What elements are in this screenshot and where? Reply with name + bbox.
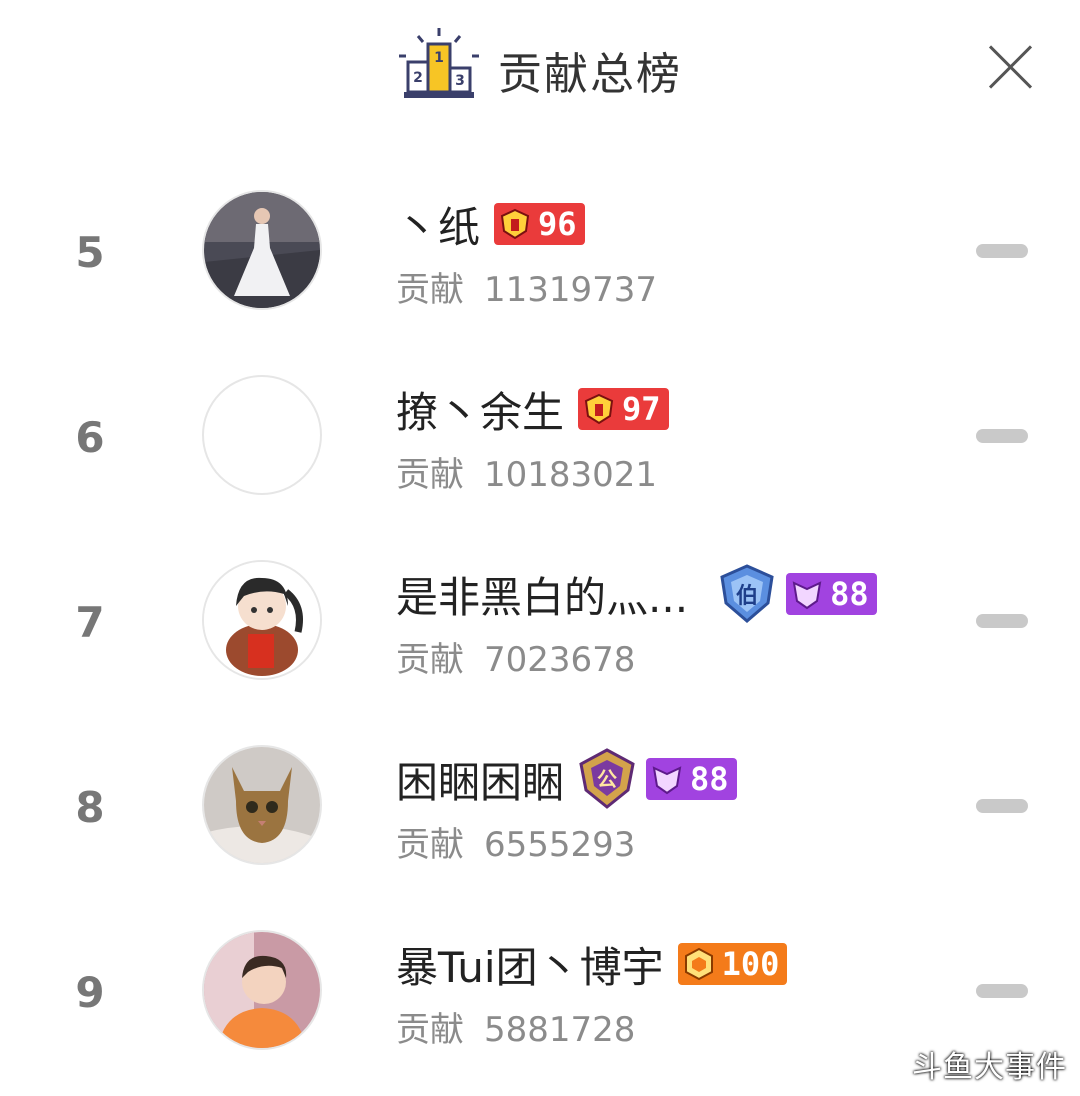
svg-text:伯: 伯 xyxy=(736,583,758,609)
crest-icon xyxy=(652,766,682,795)
page-title: 贡献总榜 xyxy=(498,49,682,100)
user-name[interactable]: 暴Tui团丶博宇 xyxy=(396,934,664,995)
podium-icon: 2 1 3 xyxy=(399,28,479,98)
noble-shield-icon: 公 xyxy=(579,748,635,809)
svg-text:3: 3 xyxy=(455,73,465,89)
level-badge: 96 xyxy=(494,203,585,245)
user-name[interactable]: 撩丶余生 xyxy=(396,379,564,440)
rank-number: 6 xyxy=(75,413,105,462)
svg-text:公: 公 xyxy=(597,767,617,791)
level-badge: 88 xyxy=(786,573,877,615)
helmet-icon xyxy=(500,208,530,240)
contribution-value: 贡献 11319737 xyxy=(396,270,658,310)
crest-icon xyxy=(792,581,822,610)
noble-shield-icon: 伯 xyxy=(720,564,774,623)
name-line: 暴Tui团丶博宇 100 xyxy=(396,934,788,995)
avatar[interactable] xyxy=(202,560,322,680)
rank-number: 7 xyxy=(75,598,105,647)
ranking-row[interactable]: 5 丶纸 96 贡献 11319737 xyxy=(0,176,1080,326)
contribution-value: 贡献 7023678 xyxy=(396,640,636,680)
avatar[interactable] xyxy=(202,375,322,495)
contribution-value: 贡献 5881728 xyxy=(396,1010,636,1050)
name-line: 困睏困睏 公 88 xyxy=(396,748,737,810)
level-badge: 100 xyxy=(677,943,788,985)
contribution-value: 贡献 6555293 xyxy=(396,825,636,865)
header: 2 1 3 贡献总榜 xyxy=(0,0,1080,140)
avatar[interactable] xyxy=(202,930,322,1050)
level-badge: 88 xyxy=(646,758,737,800)
flat-dash-icon xyxy=(976,244,1028,258)
ranking-row[interactable]: 7 是非黑白的灬... 伯 88 贡献 7023678 xyxy=(0,546,1080,696)
flat-dash-icon xyxy=(976,799,1028,813)
hexagon-icon xyxy=(684,947,713,981)
svg-text:2: 2 xyxy=(413,70,423,86)
svg-text:1: 1 xyxy=(434,50,444,66)
flat-dash-icon xyxy=(976,429,1028,443)
user-name[interactable]: 困睏困睏 xyxy=(396,749,564,810)
avatar[interactable] xyxy=(202,190,322,310)
contribution-value: 贡献 10183021 xyxy=(396,455,658,495)
name-line: 是非黑白的灬... 伯 88 xyxy=(396,564,877,625)
flat-dash-icon xyxy=(976,984,1028,998)
user-name[interactable]: 是非黑白的灬... xyxy=(396,564,688,625)
ranking-row[interactable]: 8 困睏困睏 公 88 贡献 6555293 xyxy=(0,731,1080,881)
rank-number: 9 xyxy=(75,968,105,1017)
avatar[interactable] xyxy=(202,745,322,865)
helmet-icon xyxy=(584,393,614,425)
rank-number: 8 xyxy=(75,783,105,832)
rank-number: 5 xyxy=(75,228,105,277)
close-icon[interactable] xyxy=(988,44,1034,90)
user-name[interactable]: 丶纸 xyxy=(396,194,480,255)
name-line: 丶纸 96 xyxy=(396,196,585,252)
name-line: 撩丶余生 97 xyxy=(396,381,669,437)
flat-dash-icon xyxy=(976,614,1028,628)
level-badge: 97 xyxy=(578,388,669,430)
watermark: 斗鱼大事件 xyxy=(912,1050,1067,1085)
ranking-row[interactable]: 6 撩丶余生 97 贡献 10183021 xyxy=(0,361,1080,511)
